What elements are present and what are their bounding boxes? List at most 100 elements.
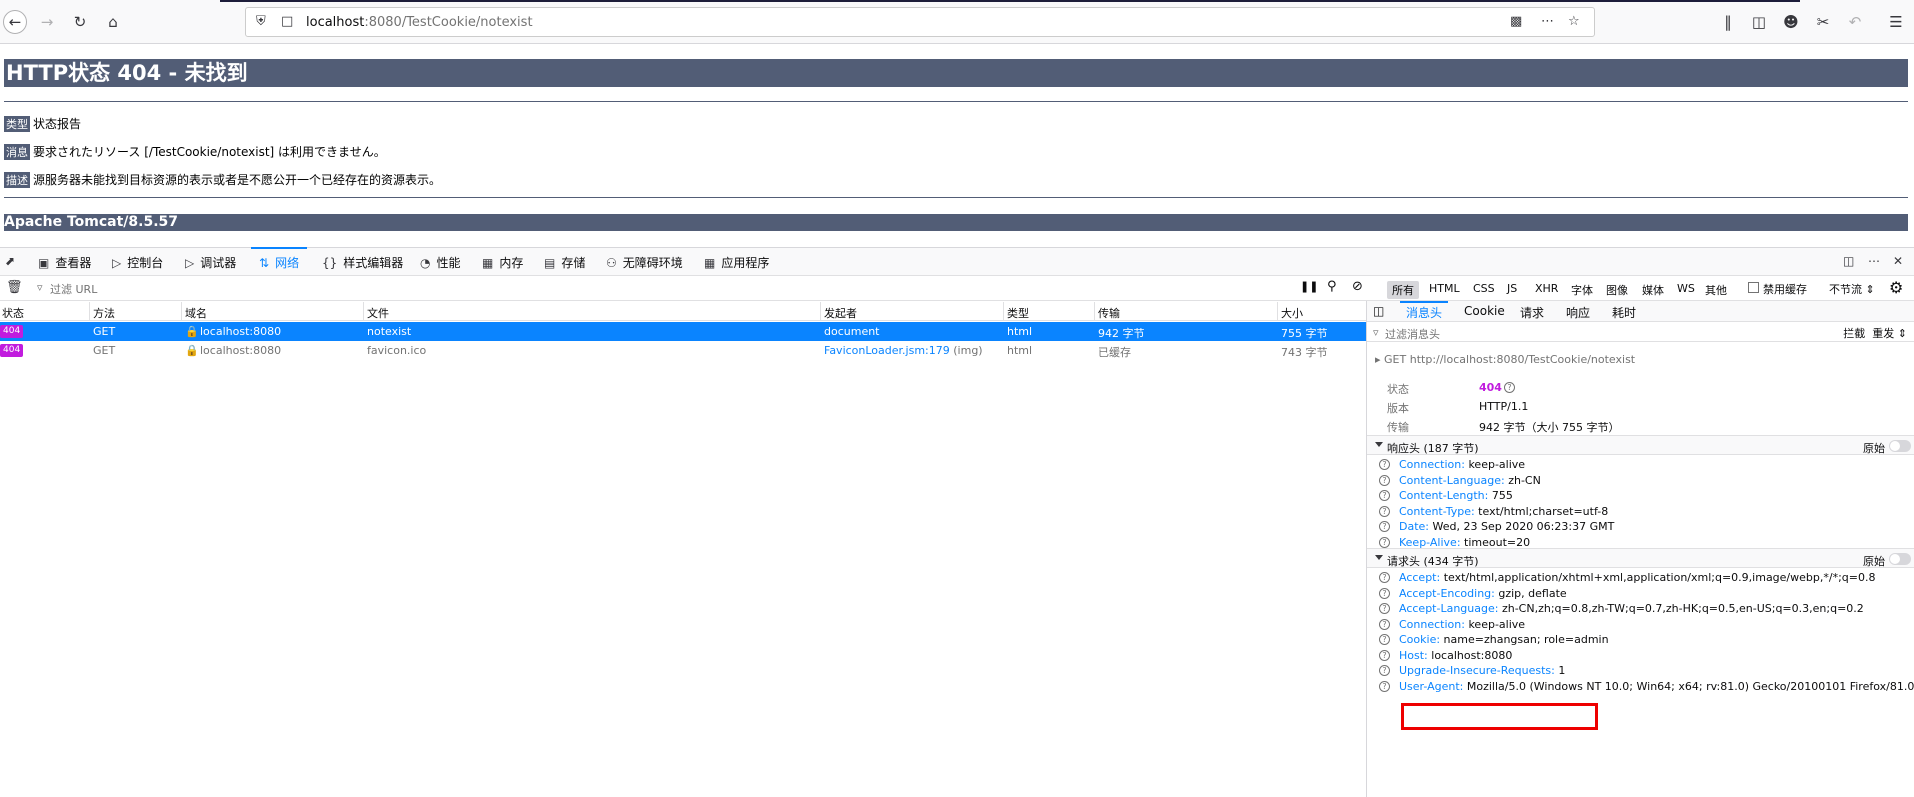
col-type[interactable]: 类型: [1007, 305, 1029, 321]
tab-style-editor[interactable]: {} 样式编辑器: [322, 254, 403, 271]
undo-icon[interactable]: ↶: [1843, 10, 1867, 34]
request-line[interactable]: ▸ GET http://localhost:8080/TestCookie/n…: [1375, 353, 1635, 366]
help-icon[interactable]: ?: [1379, 521, 1390, 532]
library-icon[interactable]: ‖: [1716, 10, 1740, 34]
star-icon[interactable]: ☆: [1568, 14, 1580, 29]
help-icon[interactable]: ?: [1379, 634, 1390, 645]
tab-cookies[interactable]: Cookie: [1464, 304, 1505, 318]
forward-icon[interactable]: →: [35, 10, 59, 34]
type-filter-xhr[interactable]: XHR: [1530, 281, 1563, 296]
help-icon[interactable]: ?: [1379, 536, 1390, 548]
tab-memory[interactable]: ▦ 内存: [482, 254, 523, 271]
help-icon[interactable]: ?: [1379, 603, 1390, 614]
header-row[interactable]: Content-Length: 755: [1399, 489, 1513, 502]
trash-icon[interactable]: 🗑: [6, 280, 23, 295]
header-row[interactable]: Upgrade-Insecure-Requests: 1: [1399, 664, 1565, 677]
type-filter-js[interactable]: JS: [1502, 281, 1522, 296]
block-icon[interactable]: ⊘: [1352, 279, 1363, 294]
col-transferred[interactable]: 传输: [1098, 305, 1120, 321]
col-file[interactable]: 文件: [367, 305, 389, 321]
tab-request[interactable]: 请求: [1520, 304, 1544, 321]
url-text[interactable]: localhost:8080/TestCookie/notexist: [306, 15, 533, 30]
help-icon[interactable]: ?: [1379, 618, 1390, 630]
element-picker-icon[interactable]: ⬈: [5, 254, 15, 268]
header-row[interactable]: Keep-Alive: timeout=20: [1399, 536, 1530, 549]
shield-icon[interactable]: ⛨: [256, 14, 266, 29]
pause-icon[interactable]: ❚❚: [1300, 280, 1318, 293]
header-row[interactable]: Host: localhost:8080: [1399, 649, 1512, 662]
help-icon[interactable]: ?: [1379, 680, 1390, 692]
help-icon[interactable]: ?: [1504, 382, 1515, 393]
type-filter-all[interactable]: 所有: [1387, 281, 1419, 299]
tab-network[interactable]: ⇅ 网络: [250, 247, 308, 271]
search-icon[interactable]: ⚲: [1327, 279, 1337, 294]
tab-response[interactable]: 响应: [1566, 304, 1590, 321]
type-filter-ws[interactable]: WS: [1672, 281, 1700, 296]
sidebar-icon[interactable]: ◫: [1747, 10, 1771, 34]
help-icon[interactable]: ?: [1379, 490, 1390, 501]
header-row[interactable]: Accept: text/html,application/xhtml+xml,…: [1399, 571, 1875, 584]
dock-icon[interactable]: ◫: [1843, 254, 1854, 268]
header-row[interactable]: Content-Language: zh-CN: [1399, 474, 1541, 487]
tab-timings[interactable]: 耗时: [1612, 304, 1636, 321]
tab-console[interactable]: ▷ 控制台: [112, 254, 163, 271]
request-headers-section[interactable]: 请求头 (434 字节) 原始: [1367, 548, 1914, 568]
type-filter-html[interactable]: HTML: [1424, 281, 1465, 296]
help-icon[interactable]: ?: [1379, 474, 1390, 486]
url-filter-input[interactable]: 过滤 URL: [50, 281, 97, 297]
toggle-panel-icon[interactable]: ◫: [1373, 304, 1384, 318]
address-bar[interactable]: ⛨ □ localhost:8080/TestCookie/notexist ▩…: [245, 7, 1595, 37]
type-filter-css[interactable]: CSS: [1468, 281, 1500, 296]
tab-headers[interactable]: 消息头: [1399, 301, 1449, 321]
type-filter-images[interactable]: 图像: [1601, 281, 1633, 299]
home-icon[interactable]: ⌂: [101, 10, 125, 34]
close-icon[interactable]: ✕: [1893, 254, 1903, 268]
qr-icon[interactable]: ▩: [1510, 14, 1522, 29]
reload-icon[interactable]: ↻: [68, 10, 92, 34]
header-row[interactable]: Date: Wed, 23 Sep 2020 06:23:37 GMT: [1399, 520, 1614, 533]
help-icon[interactable]: ?: [1379, 505, 1390, 517]
initiator-link[interactable]: FaviconLoader.jsm:179: [824, 344, 950, 357]
tab-application[interactable]: ▦ 应用程序: [704, 254, 769, 271]
help-icon[interactable]: ?: [1379, 572, 1390, 583]
disable-cache-checkbox[interactable]: [1748, 282, 1759, 293]
block-button[interactable]: 拦截: [1843, 327, 1865, 340]
settings-gear-icon[interactable]: ⚙: [1889, 278, 1903, 297]
help-icon[interactable]: ?: [1379, 665, 1390, 676]
more-icon[interactable]: ⋯: [1541, 14, 1554, 29]
header-row[interactable]: Connection: keep-alive: [1399, 458, 1525, 471]
header-row[interactable]: Accept-Encoding: gzip, deflate: [1399, 587, 1567, 600]
tab-performance[interactable]: ◔ 性能: [420, 254, 461, 271]
col-domain[interactable]: 域名: [185, 305, 207, 321]
response-headers-section[interactable]: 响应头 (187 字节) 原始: [1367, 435, 1914, 455]
tab-accessibility[interactable]: ⚇ 无障碍环境: [606, 254, 683, 271]
overflow-menu-icon[interactable]: ⋯: [1868, 254, 1880, 268]
raw-toggle[interactable]: [1889, 440, 1911, 452]
col-size[interactable]: 大小: [1281, 305, 1303, 321]
header-row[interactable]: User-Agent: Mozilla/5.0 (Windows NT 10.0…: [1399, 680, 1914, 693]
type-filter-other[interactable]: 其他: [1700, 281, 1732, 299]
header-row[interactable]: Connection: keep-alive: [1399, 618, 1525, 631]
header-row[interactable]: Content-Type: text/html;charset=utf-8: [1399, 505, 1608, 518]
help-icon[interactable]: ?: [1379, 649, 1390, 661]
header-row[interactable]: Cookie: name=zhangsan; role=admin: [1399, 633, 1609, 646]
throttle-select[interactable]: 不节流 ⇕: [1829, 281, 1875, 297]
type-filter-media[interactable]: 媒体: [1637, 281, 1669, 299]
headers-filter-input[interactable]: 过滤消息头: [1385, 326, 1440, 342]
account-icon[interactable]: ☻: [1779, 10, 1803, 34]
resend-button[interactable]: 重发 ⇕: [1872, 327, 1907, 340]
screenshot-icon[interactable]: ✂: [1811, 10, 1835, 34]
type-filter-fonts[interactable]: 字体: [1566, 281, 1598, 299]
help-icon[interactable]: ?: [1379, 587, 1390, 599]
col-status[interactable]: 状态: [2, 305, 24, 321]
col-initiator[interactable]: 发起者: [824, 305, 857, 321]
raw-toggle[interactable]: [1889, 553, 1911, 565]
tab-inspector[interactable]: ▣ 查看器: [38, 254, 91, 271]
menu-icon[interactable]: ☰: [1884, 10, 1908, 34]
page-icon[interactable]: □: [281, 14, 293, 29]
table-row[interactable]: 404 GET 🔒 localhost:8080 notexist docume…: [0, 322, 1366, 341]
col-method[interactable]: 方法: [93, 305, 115, 321]
back-icon[interactable]: ←: [3, 10, 27, 34]
table-row[interactable]: 404 GET 🔒 localhost:8080 favicon.ico Fav…: [0, 341, 1366, 360]
tab-storage[interactable]: ▤ 存储: [544, 254, 585, 271]
